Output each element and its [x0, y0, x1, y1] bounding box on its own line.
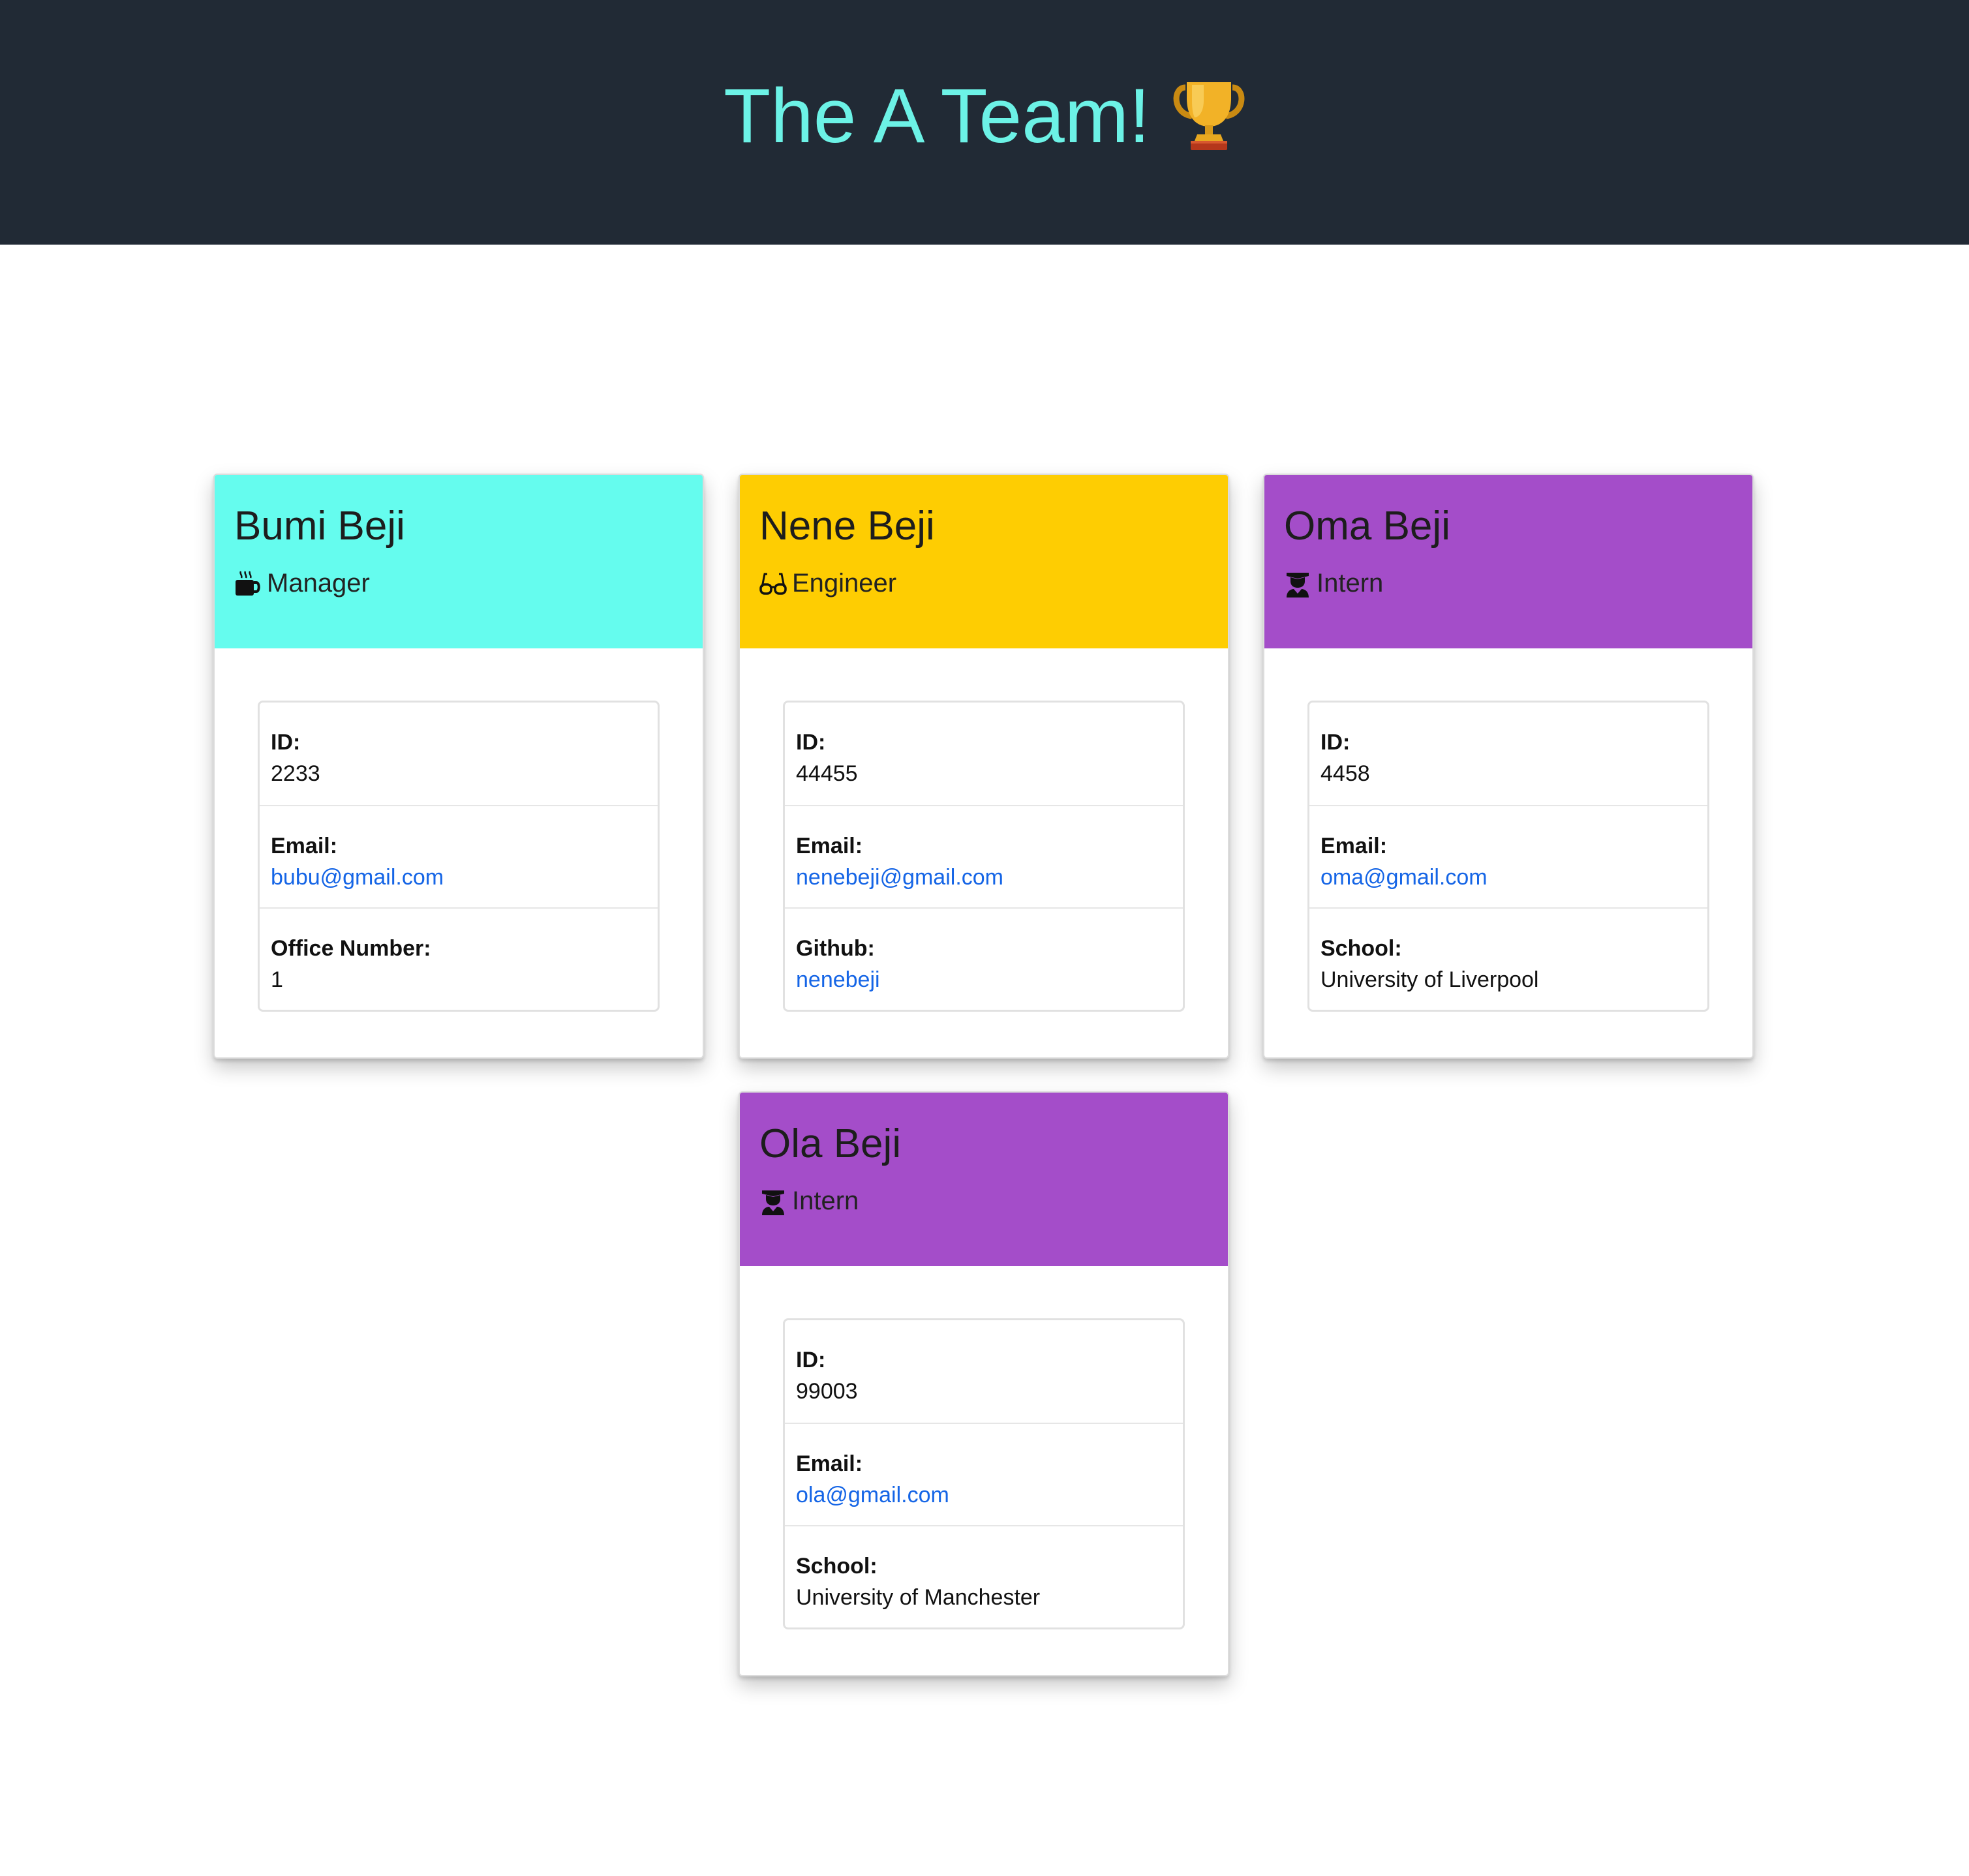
email-label: Email:	[796, 1451, 863, 1476]
office-number-label: Office Number:	[271, 936, 431, 961]
graduate-icon	[1287, 572, 1309, 598]
employee-card-intern: Ola Beji Intern ID: 99003 Email: ola@gma…	[739, 1091, 1229, 1676]
id-item: ID: 44455	[785, 703, 1183, 805]
card-body: ID: 44455 Email: nenebeji@gmail.com Gith…	[740, 648, 1228, 1012]
id-item: ID: 4458	[1309, 703, 1707, 805]
school-item: School: University of Liverpool	[1309, 907, 1707, 1010]
email-link[interactable]: bubu@gmail.com	[271, 862, 647, 894]
employee-name: Bumi Beji	[234, 504, 405, 549]
id-value: 2233	[271, 761, 320, 786]
card-header: Nene Beji Engineer	[740, 475, 1228, 648]
id-item: ID: 99003	[785, 1320, 1183, 1423]
card-body: ID: 2233 Email: bubu@gmail.com Office Nu…	[215, 648, 703, 1012]
card-body: ID: 99003 Email: ola@gmail.com School: U…	[740, 1266, 1228, 1629]
employee-name: Nene Beji	[759, 504, 935, 549]
graduate-icon	[762, 1190, 784, 1215]
employee-role: Intern	[759, 1187, 1208, 1216]
role-label: Intern	[792, 1187, 859, 1215]
school-value: University of Liverpool	[1320, 967, 1539, 992]
glasses-icon	[759, 573, 787, 595]
card-header: Bumi Beji Manager	[215, 475, 703, 648]
info-list: ID: 4458 Email: oma@gmail.com School: Un…	[1307, 701, 1709, 1012]
employee-role: Engineer	[759, 569, 1208, 598]
role-label: Manager	[267, 569, 370, 598]
id-value: 4458	[1320, 761, 1370, 786]
role-label: Engineer	[792, 569, 897, 598]
email-link[interactable]: oma@gmail.com	[1320, 862, 1696, 894]
email-item: Email: ola@gmail.com	[785, 1423, 1183, 1525]
school-value: University of Manchester	[796, 1584, 1041, 1610]
id-item: ID: 2233	[260, 703, 658, 805]
github-item: Github: nenebeji	[785, 907, 1183, 1010]
id-label: ID:	[796, 1348, 826, 1372]
office-number-value: 1	[271, 967, 283, 992]
school-item: School: University of Manchester	[785, 1525, 1183, 1627]
card-header: Oma Beji Intern	[1264, 475, 1752, 648]
id-value: 99003	[796, 1378, 858, 1404]
github-link[interactable]: nenebeji	[796, 965, 1172, 996]
email-item: Email: bubu@gmail.com	[260, 805, 658, 907]
page-header: The A Team!	[0, 0, 1969, 245]
mug-icon	[236, 570, 260, 596]
info-list: ID: 44455 Email: nenebeji@gmail.com Gith…	[783, 701, 1185, 1012]
id-label: ID:	[1320, 730, 1351, 755]
id-label: ID:	[796, 730, 826, 755]
email-label: Email:	[1320, 834, 1388, 858]
id-value: 44455	[796, 761, 858, 786]
employee-card-manager: Bumi Beji Manager ID: 2233 Email: bubu@g…	[213, 474, 704, 1059]
employee-card-engineer: Nene Beji Engineer ID: 44455 Email: nene…	[739, 474, 1229, 1059]
page-title: The A Team!	[724, 72, 1245, 160]
page-title-text: The A Team!	[724, 72, 1150, 159]
role-label: Intern	[1317, 569, 1384, 598]
employee-name: Oma Beji	[1284, 504, 1450, 549]
school-label: School:	[796, 1554, 878, 1579]
email-item: Email: nenebeji@gmail.com	[785, 805, 1183, 907]
trophy-icon	[1173, 82, 1245, 150]
email-link[interactable]: ola@gmail.com	[796, 1480, 1172, 1511]
office-number-item: Office Number: 1	[260, 907, 658, 1010]
github-label: Github:	[796, 936, 875, 961]
info-list: ID: 99003 Email: ola@gmail.com School: U…	[783, 1318, 1185, 1629]
email-label: Email:	[796, 834, 863, 858]
card-body: ID: 4458 Email: oma@gmail.com School: Un…	[1264, 648, 1752, 1012]
employee-name: Ola Beji	[759, 1121, 902, 1166]
employee-role: Intern	[1284, 569, 1733, 598]
employee-role: Manager	[234, 569, 683, 598]
info-list: ID: 2233 Email: bubu@gmail.com Office Nu…	[258, 701, 660, 1012]
card-header: Ola Beji Intern	[740, 1093, 1228, 1266]
email-label: Email:	[271, 834, 338, 858]
id-label: ID:	[271, 730, 301, 755]
email-link[interactable]: nenebeji@gmail.com	[796, 862, 1172, 894]
email-item: Email: oma@gmail.com	[1309, 805, 1707, 907]
employee-card-intern: Oma Beji Intern ID: 4458 Email: oma@gmai…	[1263, 474, 1754, 1059]
school-label: School:	[1320, 936, 1402, 961]
